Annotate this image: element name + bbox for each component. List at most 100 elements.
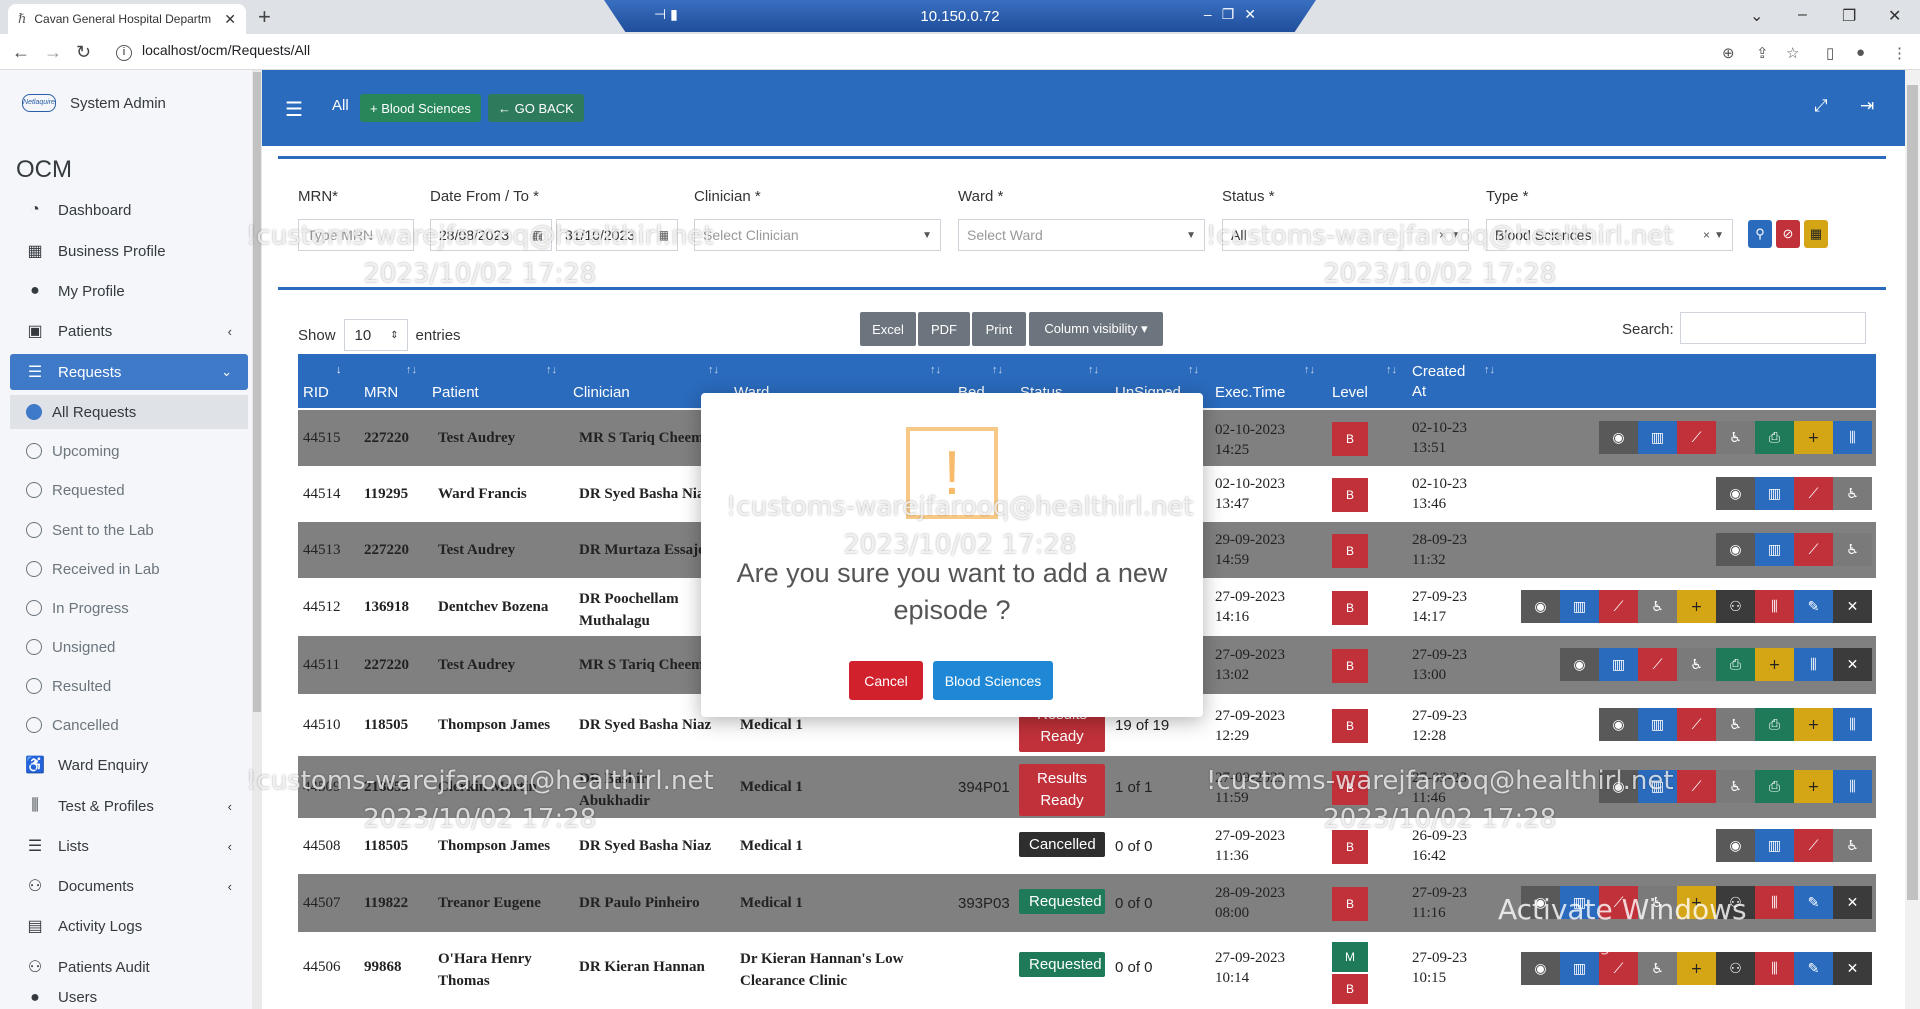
browser-tab[interactable]: ℏ Cavan General Hospital Departm ✕ [8, 4, 246, 34]
clear-filter-button[interactable]: ⊘ [1776, 220, 1800, 248]
sidebar-sub-received-in-lab[interactable]: Received in Lab [10, 552, 248, 586]
clinician-select[interactable]: Select Clinician ▼ [694, 219, 941, 251]
print-icon[interactable]: ⎙ [1755, 708, 1794, 741]
test-tube-icon[interactable]: ⫼ [1794, 648, 1833, 681]
table-search-input[interactable] [1680, 312, 1866, 344]
edit-icon[interactable]: ✎ [1794, 590, 1833, 623]
add-blood-sciences-button[interactable]: + Blood Sciences [360, 94, 481, 122]
remote-window-controls-icon[interactable]: –❐✕ [1204, 6, 1266, 23]
sidebar-item-lists[interactable]: ☰ Lists ‹ [10, 828, 248, 864]
main-scrollbar-thumb[interactable] [1907, 85, 1918, 900]
add-icon[interactable]: + [1677, 590, 1716, 623]
bar-chart-icon[interactable]: ▥ [1638, 421, 1677, 454]
sidebar-item-activity-logs[interactable]: ▤ Activity Logs [10, 908, 248, 944]
add-icon[interactable]: + [1794, 770, 1833, 803]
site-info-icon[interactable]: i [116, 45, 132, 61]
col-rid[interactable]: RID [303, 384, 329, 401]
wheelchair-icon[interactable]: ♿ [1716, 708, 1755, 741]
col-clinician[interactable]: Clinician [573, 384, 630, 401]
col-patient[interactable]: Patient [432, 384, 479, 401]
edit-icon[interactable]: ✎ [1794, 886, 1833, 919]
table-row[interactable]: 44509 218855 Clerkin Martin DR Bashir Ab… [298, 756, 1876, 818]
add-icon[interactable]: + [1677, 952, 1716, 985]
wheelchair-icon[interactable]: ♿ [1833, 477, 1872, 510]
col-mrn[interactable]: MRN [364, 384, 398, 401]
logout-icon[interactable]: ⇥ [1860, 96, 1874, 116]
sidebar-sub-resulted[interactable]: Resulted [10, 669, 248, 703]
view-icon[interactable]: ◉ [1716, 829, 1755, 862]
view-icon[interactable]: ◉ [1521, 590, 1560, 623]
test-tube-icon[interactable]: ⫼ [1833, 421, 1872, 454]
back-icon[interactable]: ← [12, 42, 30, 63]
wheelchair-icon[interactable]: ♿ [1716, 770, 1755, 803]
print-icon[interactable]: ⎙ [1716, 648, 1755, 681]
bar-chart-icon[interactable]: ▥ [1560, 590, 1599, 623]
maximize-icon[interactable]: ❐ [1842, 6, 1856, 26]
bar-chart-icon[interactable]: ▥ [1599, 648, 1638, 681]
profile-avatar-icon[interactable]: ● [1856, 44, 1865, 61]
test-tube-icon[interactable]: ⫼ [1755, 590, 1794, 623]
test-tube-icon[interactable]: ⫼ [1833, 708, 1872, 741]
users-icon[interactable]: ⚇ [1716, 590, 1755, 623]
sidebar-sub-upcoming[interactable]: Upcoming [10, 434, 248, 468]
clear-x-icon[interactable]: × [1439, 228, 1446, 242]
search-button[interactable]: ⚲ [1748, 220, 1772, 248]
line-chart-icon[interactable]: ⟋ [1599, 590, 1638, 623]
sidebar-item-my-profile[interactable]: ● My Profile [10, 273, 248, 309]
delete-x-icon[interactable]: ✕ [1833, 952, 1872, 985]
line-chart-icon[interactable]: ⟋ [1794, 533, 1833, 566]
forward-icon[interactable]: → [44, 42, 62, 63]
reload-icon[interactable]: ↻ [76, 42, 91, 63]
view-icon[interactable]: ◉ [1716, 477, 1755, 510]
bar-chart-icon[interactable]: ▥ [1638, 708, 1677, 741]
col-level[interactable]: Level [1332, 384, 1368, 401]
bar-chart-icon[interactable]: ▥ [1755, 829, 1794, 862]
print-icon[interactable]: ⎙ [1755, 421, 1794, 454]
close-window-icon[interactable]: ✕ [1888, 6, 1901, 26]
add-icon[interactable]: + [1794, 708, 1833, 741]
browser-menu-icon[interactable]: ⋮ [1892, 44, 1907, 62]
excel-button[interactable]: Excel [860, 312, 916, 346]
table-row[interactable]: 44508 118505 Thompson James DR Syed Bash… [298, 818, 1876, 874]
pin-signal-icon[interactable]: ⊣ ▮ [654, 6, 678, 23]
sidebar-item-patients-audit[interactable]: ⚇ Patients Audit [10, 949, 248, 985]
users-icon[interactable]: ⚇ [1716, 952, 1755, 985]
minimize-icon[interactable]: – [1798, 6, 1807, 24]
type-select[interactable]: Blood Sciences × ▼ [1486, 219, 1733, 251]
wheelchair-icon[interactable]: ♿ [1677, 648, 1716, 681]
test-tube-icon[interactable]: ⫼ [1833, 770, 1872, 803]
test-tube-icon[interactable]: ⫼ [1755, 952, 1794, 985]
wheelchair-icon[interactable]: ♿ [1833, 829, 1872, 862]
new-tab-icon[interactable]: + [258, 4, 271, 30]
dialog-cancel-button[interactable]: Cancel [849, 661, 923, 700]
user-panel[interactable]: Netlaquire System Admin [22, 94, 166, 112]
zoom-icon[interactable]: ⊕ [1722, 44, 1735, 62]
sidebar-item-ward-enquiry[interactable]: ♿ Ward Enquiry [10, 747, 248, 783]
sidebar-item-patients[interactable]: ▣ Patients ‹ [10, 313, 248, 349]
status-select[interactable]: All × ▼ [1222, 219, 1469, 251]
bar-chart-icon[interactable]: ▥ [1755, 533, 1794, 566]
sidebar-sub-sent-to-lab[interactable]: Sent to the Lab [10, 513, 248, 547]
bar-chart-icon[interactable]: ▥ [1560, 952, 1599, 985]
sidebar-item-dashboard[interactable]: ◔ Dashboard [10, 192, 248, 228]
sidebar-sub-cancelled[interactable]: Cancelled [10, 708, 248, 742]
view-icon[interactable]: ◉ [1560, 648, 1599, 681]
url-field[interactable]: i localhost/ocm/Requests/All [116, 42, 310, 61]
view-icon[interactable]: ◉ [1599, 770, 1638, 803]
sidebar-item-business-profile[interactable]: ▦ Business Profile [10, 233, 248, 269]
line-chart-icon[interactable]: ⟋ [1794, 829, 1833, 862]
calendar-icon[interactable]: ▦ [532, 228, 543, 242]
tab-search-icon[interactable]: ⌄ [1750, 6, 1763, 26]
add-icon[interactable]: + [1794, 421, 1833, 454]
entries-select[interactable]: 10 ⇕ [343, 319, 408, 351]
sidebar-sub-in-progress[interactable]: In Progress [10, 591, 248, 625]
print-button[interactable]: Print [972, 312, 1026, 346]
bar-chart-icon[interactable]: ▥ [1638, 770, 1677, 803]
date-from-input[interactable]: 28/08/2023 ▦ [430, 219, 552, 251]
calendar-icon[interactable]: ▦ [658, 228, 669, 242]
line-chart-icon[interactable]: ⟋ [1677, 770, 1716, 803]
wheelchair-icon[interactable]: ♿ [1833, 533, 1872, 566]
sidebar-sub-requested[interactable]: Requested [10, 473, 248, 507]
wheelchair-icon[interactable]: ♿ [1638, 952, 1677, 985]
hamburger-menu-icon[interactable]: ☰ [285, 97, 303, 122]
